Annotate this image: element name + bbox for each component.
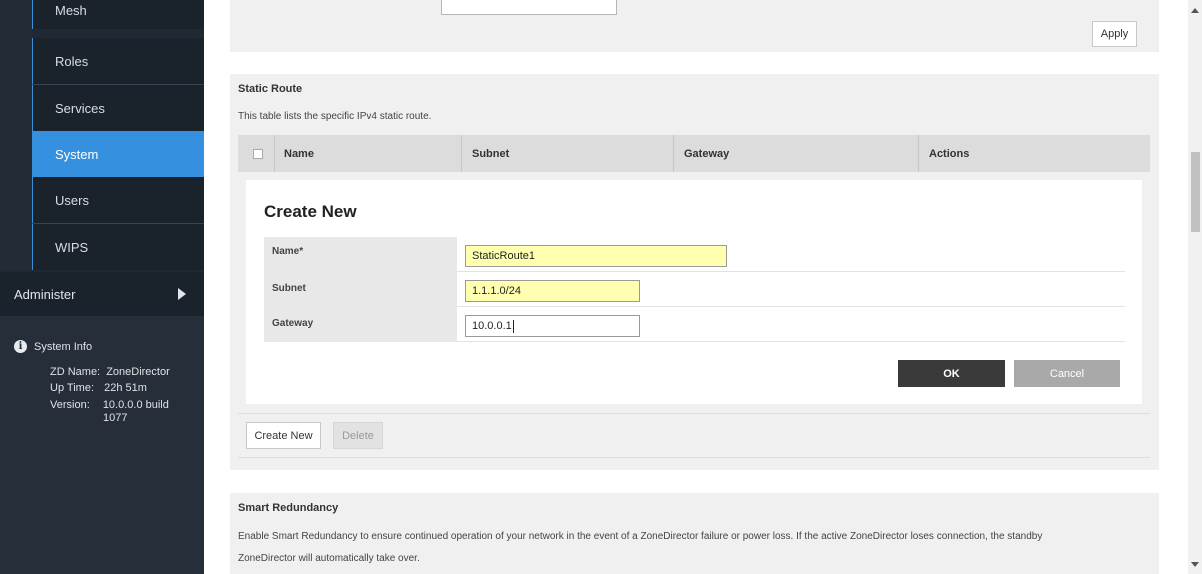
administer-menu[interactable]: Administer bbox=[0, 272, 204, 316]
column-divider bbox=[274, 135, 275, 172]
vertical-scrollbar[interactable] bbox=[1188, 0, 1202, 574]
system-info-header: i System Info bbox=[14, 340, 92, 353]
smart-redundancy-title: Smart Redundancy bbox=[238, 502, 339, 514]
sidebar-item-users[interactable]: Users bbox=[32, 177, 204, 223]
zd-name-row: ZD Name: ZoneDirector bbox=[50, 366, 170, 378]
static-route-description: This table lists the specific IPv4 stati… bbox=[238, 111, 432, 122]
top-field[interactable] bbox=[441, 0, 617, 15]
static-route-panel: Static Route This table lists the specif… bbox=[230, 74, 1159, 470]
text-caret bbox=[512, 319, 514, 333]
subnet-field-value: 1.1.1.0/24 bbox=[472, 285, 521, 297]
sidebar-item-label: Users bbox=[55, 192, 89, 208]
nav-gutter bbox=[0, 0, 32, 270]
create-new-button[interactable]: Create New bbox=[246, 422, 321, 449]
subnet-row: Subnet 1.1.1.0/24 bbox=[264, 272, 1125, 307]
smart-redundancy-description-line1: Enable Smart Redundancy to ensure contin… bbox=[238, 531, 1043, 542]
sidebar-item-mesh[interactable]: Mesh bbox=[32, 0, 204, 29]
gateway-field[interactable]: 10.0.0.1 bbox=[465, 315, 640, 337]
smart-redundancy-description-line2: ZoneDirector will automatically take ove… bbox=[238, 553, 420, 564]
gateway-label: Gateway bbox=[264, 307, 457, 342]
uptime-label: Up Time: bbox=[50, 382, 95, 394]
sidebar-item-label: Mesh bbox=[55, 3, 87, 18]
gateway-row: Gateway 10.0.0.1 bbox=[264, 307, 1125, 342]
apply-button-label: Apply bbox=[1100, 28, 1129, 40]
sidebar-item-label: Roles bbox=[55, 53, 89, 69]
cancel-button[interactable]: Cancel bbox=[1014, 360, 1120, 387]
version-label: Version: bbox=[50, 399, 90, 411]
column-header-actions: Actions bbox=[929, 147, 970, 160]
sidebar-item-label: System bbox=[55, 146, 99, 162]
column-header-name[interactable]: Name bbox=[284, 135, 314, 172]
ok-button[interactable]: OK bbox=[898, 360, 1005, 387]
smart-redundancy-panel: Smart Redundancy Enable Smart Redundancy… bbox=[230, 493, 1159, 574]
chevron-right-icon bbox=[178, 288, 186, 300]
create-new-button-label: Create New bbox=[254, 429, 313, 442]
version-row: Version: 10.0.0.0 build bbox=[50, 399, 169, 411]
column-divider bbox=[461, 135, 462, 172]
info-icon: i bbox=[14, 340, 27, 353]
uptime-value: 22h 51m bbox=[104, 382, 147, 394]
name-field[interactable]: StaticRoute1 bbox=[465, 245, 727, 267]
static-route-table-header: Name Subnet Gateway Actions bbox=[238, 135, 1150, 172]
sidebar-item-system[interactable]: System bbox=[32, 131, 204, 177]
create-new-form: Create New Name* StaticRoute1 Subnet 1.1… bbox=[246, 180, 1142, 404]
sidebar-item-roles[interactable]: Roles bbox=[32, 38, 204, 84]
sidebar-item-services[interactable]: Services bbox=[32, 85, 204, 131]
zd-name-value: ZoneDirector bbox=[106, 366, 170, 378]
ok-button-label: OK bbox=[943, 367, 960, 380]
subnet-label: Subnet bbox=[264, 272, 457, 307]
column-header-gateway[interactable]: Gateway bbox=[684, 135, 729, 172]
divider bbox=[238, 413, 1150, 414]
sidebar-item-label: WIPS bbox=[55, 239, 89, 255]
main-content: Apply Static Route This table lists the … bbox=[204, 0, 1188, 574]
version-build: 1077 bbox=[103, 412, 128, 424]
system-info-title: System Info bbox=[34, 340, 93, 353]
column-header-subnet[interactable]: Subnet bbox=[472, 135, 509, 172]
name-field-value: StaticRoute1 bbox=[472, 250, 535, 262]
column-divider bbox=[673, 135, 674, 172]
sidebar: Mesh Roles Services System Users WIPS Ad… bbox=[0, 0, 204, 574]
scroll-up-arrow-icon[interactable] bbox=[1191, 8, 1199, 13]
zd-name-label: ZD Name: bbox=[50, 366, 101, 378]
delete-button[interactable]: Delete bbox=[333, 422, 383, 449]
create-new-title: Create New bbox=[264, 202, 357, 221]
gateway-field-value: 10.0.0.1 bbox=[472, 320, 512, 332]
name-label: Name* bbox=[264, 237, 457, 272]
uptime-row: Up Time: 22h 51m bbox=[50, 382, 147, 394]
subnet-field[interactable]: 1.1.1.0/24 bbox=[465, 280, 640, 302]
column-divider bbox=[918, 135, 919, 172]
cancel-button-label: Cancel bbox=[1049, 367, 1085, 380]
top-settings-panel: Apply bbox=[230, 0, 1159, 52]
system-info-panel: i System Info ZD Name: ZoneDirector Up T… bbox=[0, 316, 204, 574]
delete-button-label: Delete bbox=[342, 429, 374, 442]
apply-button[interactable]: Apply bbox=[1092, 21, 1137, 47]
version-value: 10.0.0.0 build bbox=[102, 399, 169, 411]
version-build-row: 1077 bbox=[103, 412, 127, 424]
name-row: Name* StaticRoute1 bbox=[264, 237, 1125, 272]
scroll-down-arrow-icon[interactable] bbox=[1191, 562, 1199, 567]
sidebar-item-wips[interactable]: WIPS bbox=[32, 224, 204, 270]
static-route-title: Static Route bbox=[238, 83, 303, 95]
sidebar-item-label: Services bbox=[55, 100, 105, 116]
scroll-thumb[interactable] bbox=[1191, 152, 1200, 232]
divider bbox=[238, 457, 1150, 458]
select-all-checkbox[interactable] bbox=[253, 149, 263, 159]
administer-label: Administer bbox=[14, 286, 76, 302]
